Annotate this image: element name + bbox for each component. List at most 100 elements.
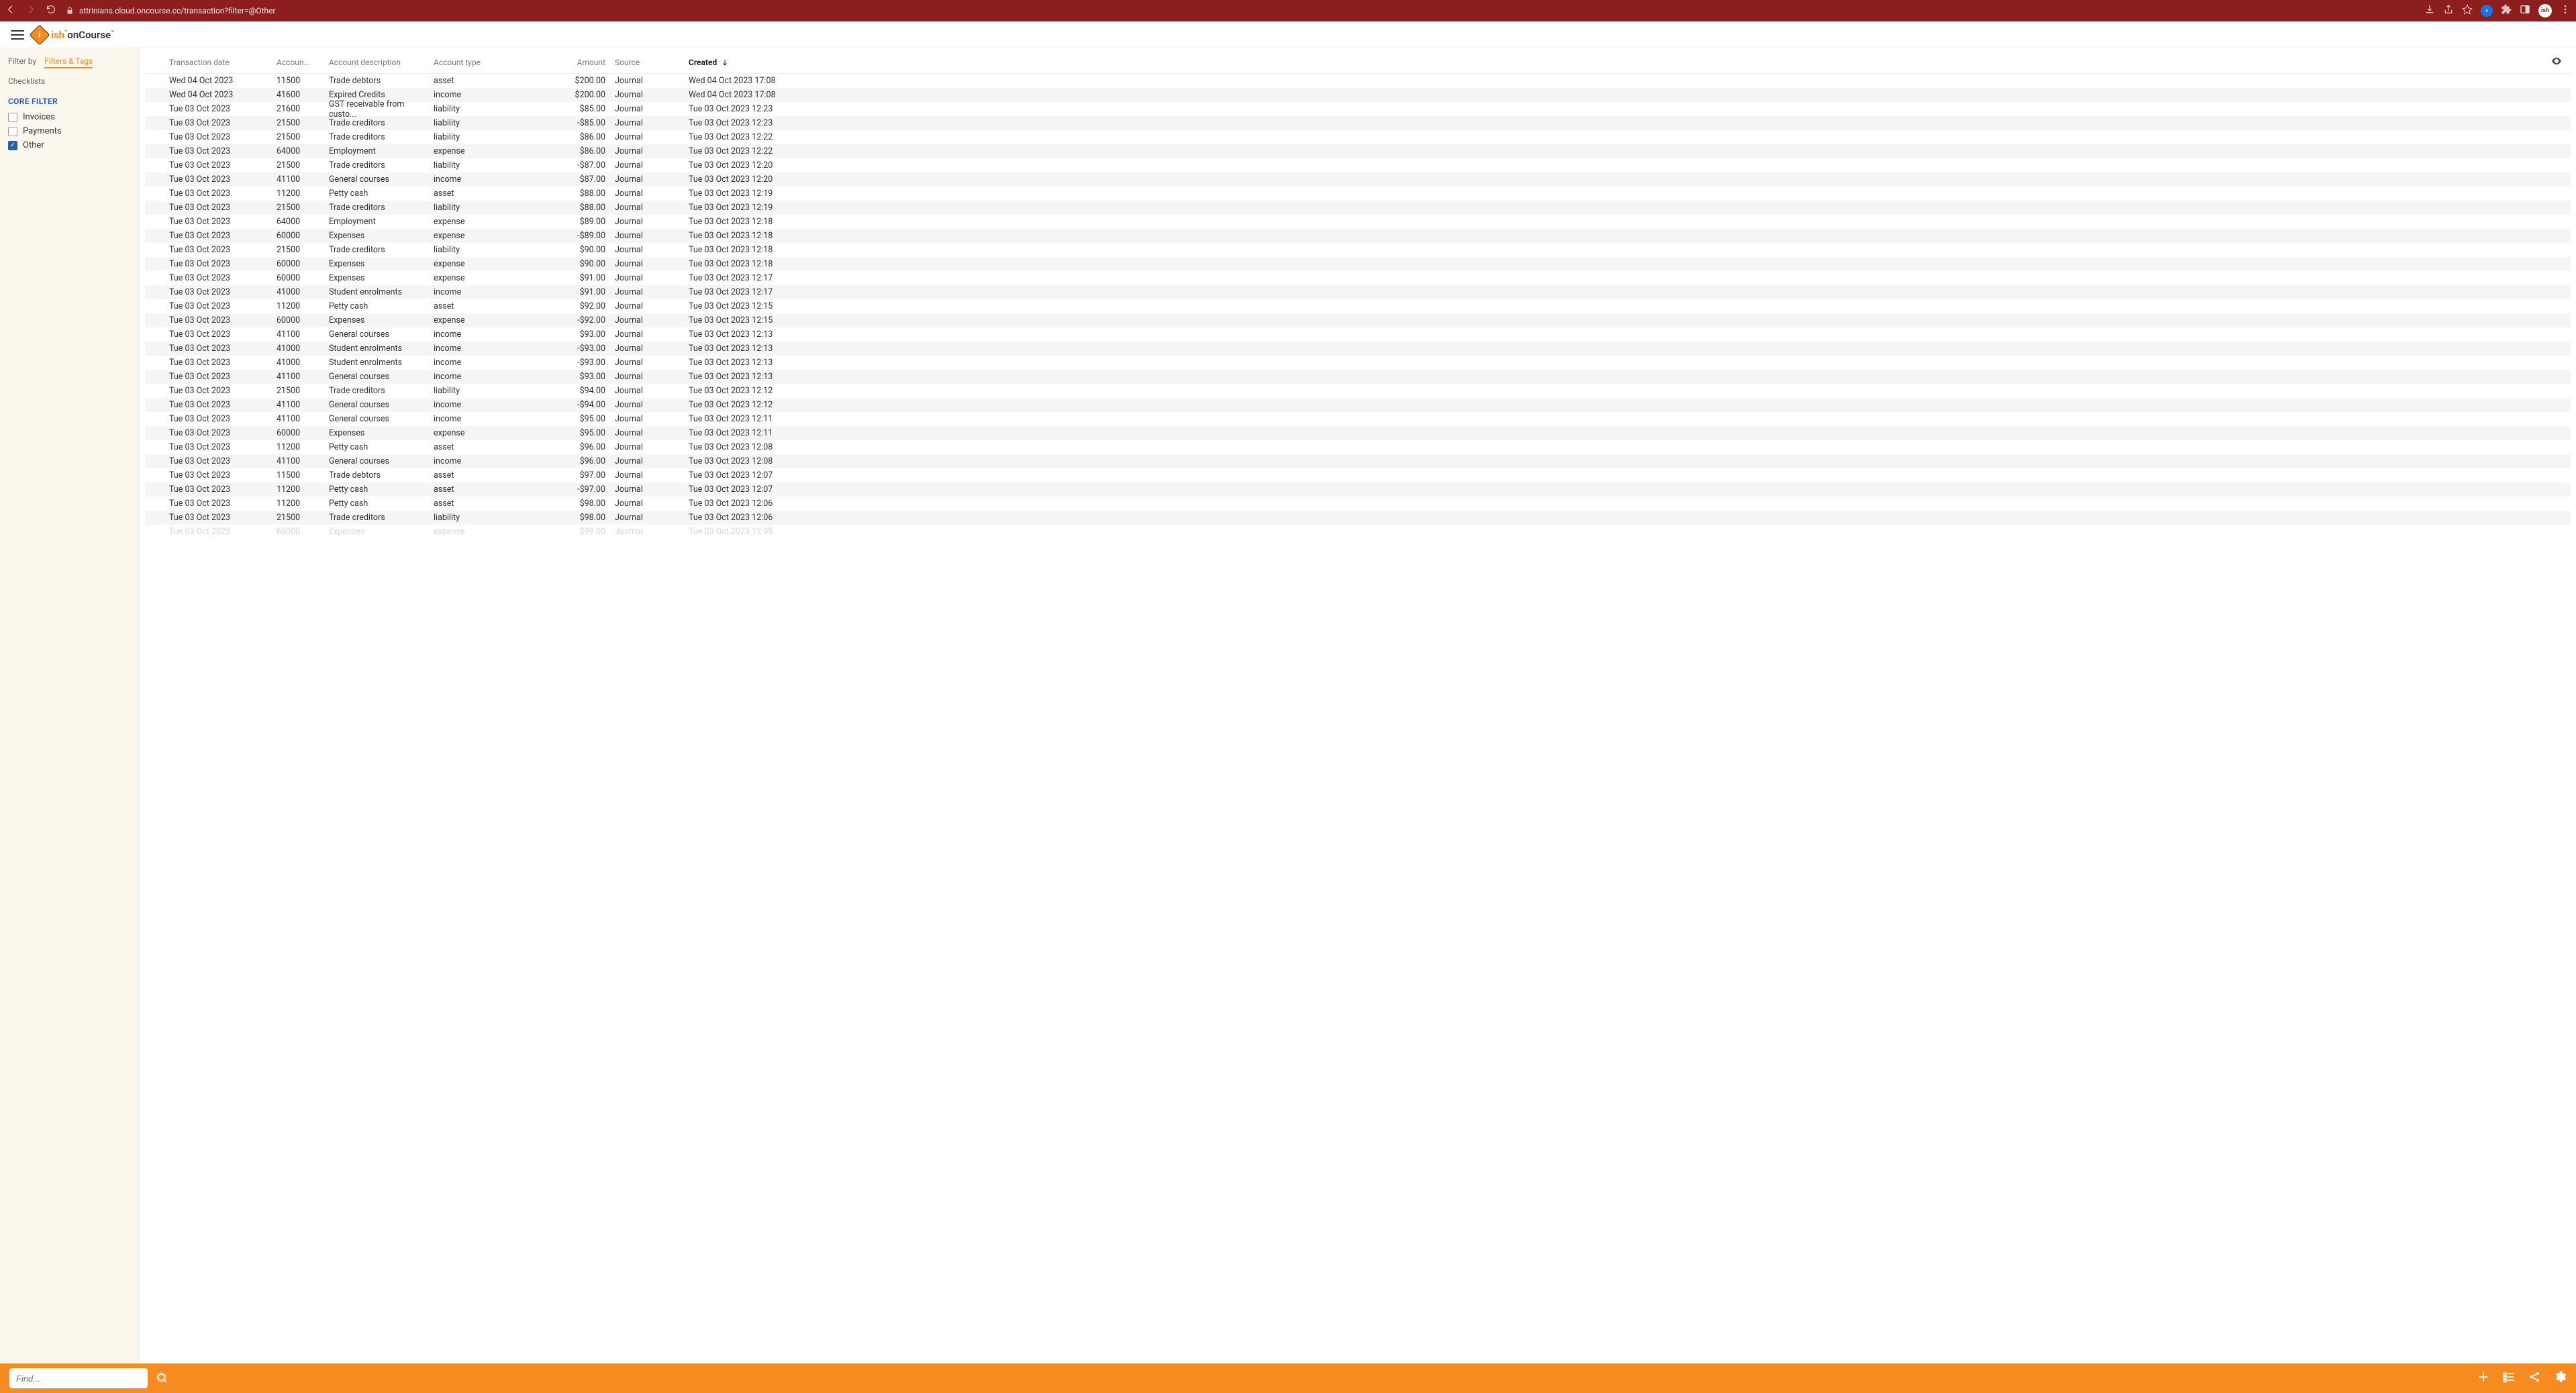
cell-account-type: income bbox=[434, 90, 554, 100]
table-row[interactable]: Tue 03 Oct 202321500Trade creditorsliabi… bbox=[145, 384, 2571, 398]
app-logo[interactable]: i ish*onCourse™ bbox=[32, 28, 114, 42]
cell-account-description: Trade creditors bbox=[329, 245, 434, 255]
share-action-icon[interactable] bbox=[2528, 1370, 2541, 1386]
table-row[interactable]: Tue 03 Oct 202360000Expensesexpense-$89.… bbox=[145, 229, 2571, 243]
url-text[interactable]: sttrinians.cloud.oncourse.cc/transaction… bbox=[79, 6, 276, 15]
cell-account-number: 11200 bbox=[277, 499, 329, 509]
table-row[interactable]: Tue 03 Oct 202311200Petty cashasset$88.0… bbox=[145, 187, 2571, 201]
settings-icon[interactable] bbox=[2553, 1370, 2567, 1386]
checkbox-icon[interactable] bbox=[8, 127, 17, 136]
cell-account-type: income bbox=[434, 456, 554, 466]
col-header-account-number[interactable]: Accoun... bbox=[277, 58, 329, 67]
table-row[interactable]: Tue 03 Oct 202311500Trade debtorsasset$9… bbox=[145, 468, 2571, 482]
column-visibility-icon[interactable] bbox=[2550, 55, 2563, 69]
sidebar: Filter by Filters & Tags Checklists CORE… bbox=[0, 48, 140, 1363]
table-row[interactable]: Wed 04 Oct 202341600Expired Creditsincom… bbox=[145, 88, 2571, 102]
cell-account-type: expense bbox=[434, 217, 554, 227]
cell-created: Tue 03 Oct 2023 12:11 bbox=[658, 428, 792, 438]
add-icon[interactable] bbox=[2477, 1370, 2490, 1386]
tab-filters-tags[interactable]: Filters & Tags bbox=[44, 56, 93, 68]
table-row[interactable]: Tue 03 Oct 202341100General coursesincom… bbox=[145, 327, 2571, 342]
cell-created: Tue 03 Oct 2023 12:13 bbox=[658, 372, 792, 382]
table-rows[interactable]: Wed 04 Oct 202311500Trade debtorsasset$2… bbox=[145, 74, 2571, 1363]
cell-created: Tue 03 Oct 2023 12:23 bbox=[658, 104, 792, 114]
table-row[interactable]: Tue 03 Oct 202321500Trade creditorsliabi… bbox=[145, 158, 2571, 172]
cell-created: Wed 04 Oct 2023 17:08 bbox=[658, 76, 792, 86]
view-toggle-icon[interactable] bbox=[2502, 1370, 2516, 1386]
search-zoom-icon[interactable] bbox=[154, 1370, 170, 1386]
table-row[interactable]: Tue 03 Oct 202341000Student enrolmentsin… bbox=[145, 285, 2571, 299]
search-box[interactable] bbox=[9, 1368, 148, 1388]
cell-amount: $98.00 bbox=[554, 513, 605, 523]
cell-amount: $200.00 bbox=[554, 90, 605, 100]
col-header-source[interactable]: Source bbox=[605, 58, 658, 67]
cell-account-number: 11200 bbox=[277, 442, 329, 452]
filter-other[interactable]: Other bbox=[8, 138, 131, 152]
table-row[interactable]: Tue 03 Oct 202321600GST receivable from … bbox=[145, 102, 2571, 116]
cell-account-type: liability bbox=[434, 160, 554, 170]
reload-icon[interactable] bbox=[46, 4, 56, 17]
col-header-account-type[interactable]: Account type bbox=[434, 58, 554, 67]
table-row[interactable]: Tue 03 Oct 202341100General coursesincom… bbox=[145, 172, 2571, 187]
tab-checklists[interactable]: Checklists bbox=[8, 76, 45, 87]
cell-source: Journal bbox=[605, 160, 658, 170]
col-header-account-description[interactable]: Account description bbox=[329, 58, 434, 67]
panel-icon[interactable] bbox=[2520, 4, 2530, 17]
cell-date: Tue 03 Oct 2023 bbox=[169, 470, 277, 480]
table-row[interactable]: Tue 03 Oct 202360000Expensesexpense-$92.… bbox=[145, 313, 2571, 327]
table-row[interactable]: Tue 03 Oct 202311200Petty cashasset$98.0… bbox=[145, 497, 2571, 511]
cell-date: Tue 03 Oct 2023 bbox=[169, 344, 277, 354]
table-row[interactable]: Tue 03 Oct 202341100General coursesincom… bbox=[145, 370, 2571, 384]
star-icon[interactable] bbox=[2462, 4, 2473, 17]
col-header-date[interactable]: Transaction date bbox=[169, 58, 277, 67]
cell-amount: $96.00 bbox=[554, 456, 605, 466]
table-row[interactable]: Tue 03 Oct 202341000Student enrolmentsin… bbox=[145, 342, 2571, 356]
table-row[interactable]: Wed 04 Oct 202311500Trade debtorsasset$2… bbox=[145, 74, 2571, 88]
table-row[interactable]: Tue 03 Oct 202321500Trade creditorsliabi… bbox=[145, 116, 2571, 130]
cell-source: Journal bbox=[605, 104, 658, 114]
profile-avatar[interactable]: ish bbox=[2538, 4, 2552, 17]
table-row[interactable]: Tue 03 Oct 202311200Petty cashasset-$97.… bbox=[145, 482, 2571, 497]
table-row[interactable]: Tue 03 Oct 202360000Expensesexpense$91.0… bbox=[145, 271, 2571, 285]
table-row[interactable]: Tue 03 Oct 202341100General coursesincom… bbox=[145, 412, 2571, 426]
table-row[interactable]: Tue 03 Oct 202321500Trade creditorsliabi… bbox=[145, 511, 2571, 525]
kebab-icon[interactable] bbox=[2560, 4, 2571, 17]
tab-filter-by[interactable]: Filter by bbox=[8, 56, 36, 68]
cell-account-description: Petty cash bbox=[329, 484, 434, 495]
table-row[interactable]: Tue 03 Oct 202311200Petty cashasset$96.0… bbox=[145, 440, 2571, 454]
table-row[interactable]: Tue 03 Oct 202321500Trade creditorsliabi… bbox=[145, 243, 2571, 257]
checkbox-icon[interactable] bbox=[8, 113, 17, 122]
table-row[interactable]: Tue 03 Oct 202341100General coursesincom… bbox=[145, 398, 2571, 412]
cell-account-type: expense bbox=[434, 527, 554, 537]
filter-payments[interactable]: Payments bbox=[8, 124, 131, 138]
cell-account-description: Expenses bbox=[329, 259, 434, 269]
col-header-amount[interactable]: Amount bbox=[554, 58, 605, 67]
extension-icon[interactable] bbox=[2481, 5, 2493, 17]
cell-source: Journal bbox=[605, 513, 658, 523]
table-row[interactable]: Tue 03 Oct 202321500Trade creditorsliabi… bbox=[145, 130, 2571, 144]
forward-icon[interactable] bbox=[26, 4, 36, 17]
table-row[interactable]: Tue 03 Oct 202341100General coursesincom… bbox=[145, 454, 2571, 468]
back-icon[interactable] bbox=[5, 4, 16, 17]
search-input[interactable] bbox=[16, 1374, 141, 1384]
table-row[interactable]: Tue 03 Oct 202360000Expensesexpense$99.0… bbox=[145, 525, 2571, 539]
filter-invoices[interactable]: Invoices bbox=[8, 110, 131, 124]
cell-amount: $90.00 bbox=[554, 245, 605, 255]
table-row[interactable]: Tue 03 Oct 202364000Employmentexpense$86… bbox=[145, 144, 2571, 158]
share-icon[interactable] bbox=[2443, 4, 2454, 17]
cell-created: Tue 03 Oct 2023 12:13 bbox=[658, 358, 792, 368]
table-row[interactable]: Tue 03 Oct 202321500Trade creditorsliabi… bbox=[145, 201, 2571, 215]
download-icon[interactable] bbox=[2424, 4, 2435, 17]
table-row[interactable]: Tue 03 Oct 202364000Employmentexpense$89… bbox=[145, 215, 2571, 229]
table-row[interactable]: Tue 03 Oct 202360000Expensesexpense$90.0… bbox=[145, 257, 2571, 271]
cell-account-number: 41600 bbox=[277, 90, 329, 100]
cell-account-number: 60000 bbox=[277, 231, 329, 241]
table-row[interactable]: Tue 03 Oct 202341000Student enrolmentsin… bbox=[145, 356, 2571, 370]
menu-icon[interactable] bbox=[11, 28, 24, 42]
checkbox-icon[interactable] bbox=[8, 141, 17, 150]
cell-amount: $87.00 bbox=[554, 174, 605, 185]
col-header-created[interactable]: Created bbox=[658, 58, 792, 67]
table-row[interactable]: Tue 03 Oct 202360000Expensesexpense$95.0… bbox=[145, 426, 2571, 440]
table-row[interactable]: Tue 03 Oct 202311200Petty cashasset$92.0… bbox=[145, 299, 2571, 313]
extensions-icon[interactable] bbox=[2501, 4, 2512, 17]
